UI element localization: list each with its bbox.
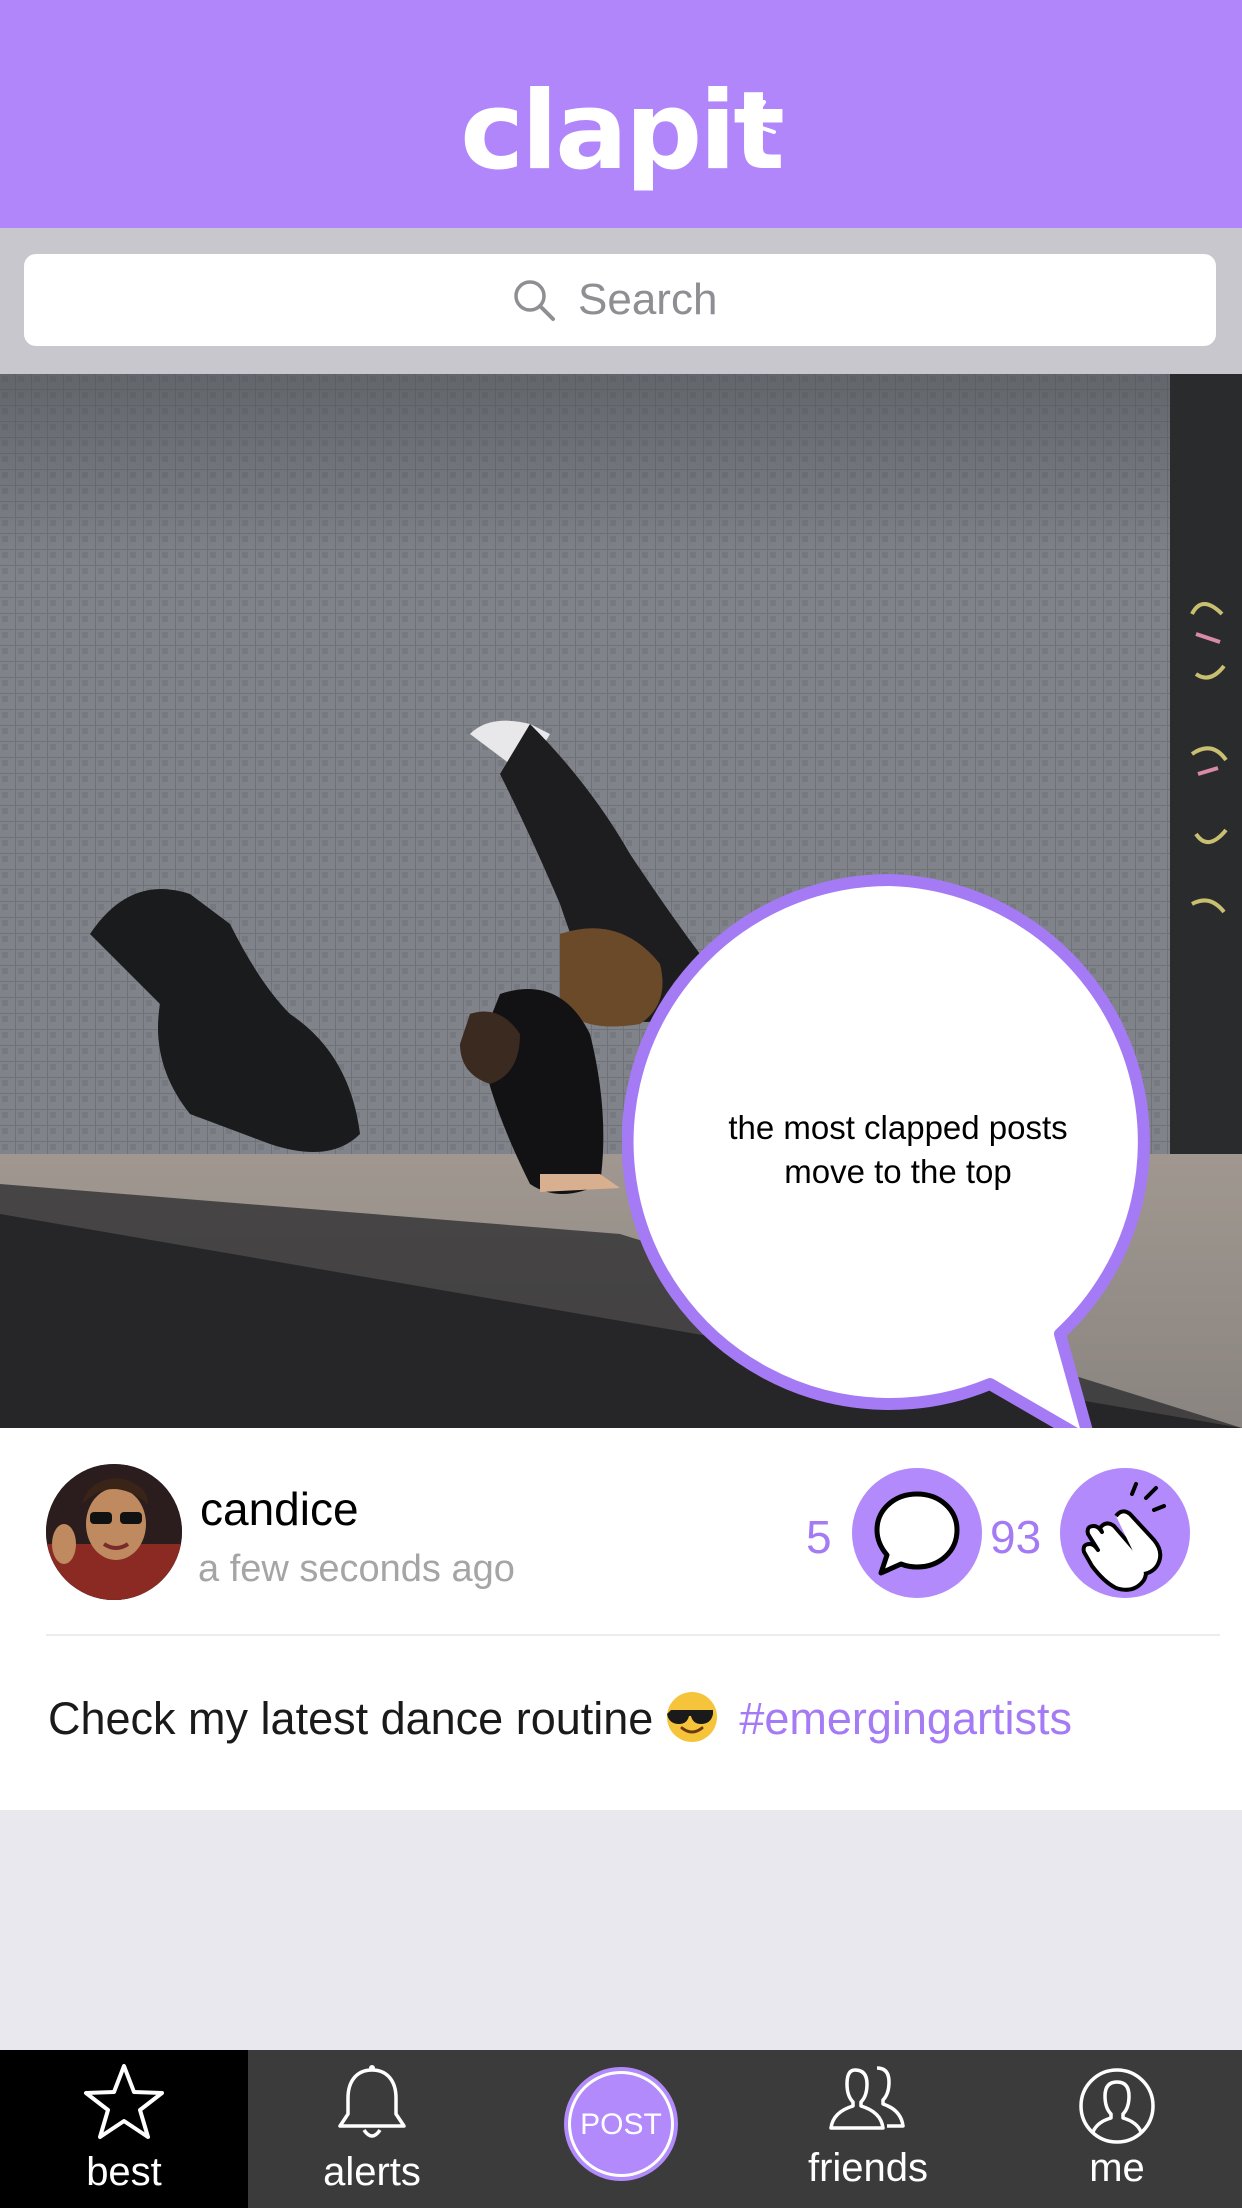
avatar-image	[46, 1464, 182, 1600]
post-timestamp: a few seconds ago	[198, 1548, 515, 1590]
tab-label-friends: friends	[807, 2146, 929, 2190]
post-card: candice a few seconds ago 5 93 Check my …	[0, 1428, 1242, 1810]
friends-icon	[829, 2066, 905, 2130]
clap-button[interactable]	[1060, 1468, 1190, 1598]
post-button-label: POST	[580, 2108, 662, 2141]
avatar[interactable]	[46, 1464, 182, 1600]
comment-button[interactable]	[852, 1468, 982, 1598]
clapping-hands-icon	[1081, 1482, 1166, 1592]
caption-text: Check my latest dance routine	[48, 1693, 654, 1744]
tooltip-text: the most clapped posts move to the top	[668, 1106, 1128, 1194]
comment-bubble-icon	[874, 1491, 960, 1576]
clap-count: 93	[990, 1511, 1042, 1563]
sparkle-icon	[754, 100, 778, 134]
bottom-tab-bar: best alerts POST friends me	[0, 2050, 1242, 2208]
profile-icon	[1079, 2068, 1155, 2144]
comment-count: 5	[806, 1511, 832, 1563]
search-bar-container	[0, 228, 1242, 374]
post-caption: Check my latest dance routine #emerginga…	[48, 1690, 1072, 1745]
tab-friends[interactable]: friends	[744, 2050, 992, 2208]
tooltip-line-2: move to the top	[784, 1153, 1012, 1190]
search-box[interactable]	[24, 254, 1216, 346]
sunglasses-emoji-icon	[667, 1692, 718, 1742]
tab-best[interactable]: best	[0, 2050, 248, 2208]
search-icon	[514, 280, 555, 321]
post-button[interactable]: POST	[560, 2063, 682, 2185]
post-username[interactable]: candice	[200, 1482, 359, 1536]
star-icon	[84, 2064, 164, 2139]
tab-label-alerts: alerts	[323, 2150, 421, 2194]
tab-me[interactable]: me	[992, 2050, 1242, 2208]
bell-icon	[338, 2065, 406, 2138]
post-hashtag[interactable]: #emergingartists	[739, 1693, 1072, 1744]
search-input[interactable]	[578, 275, 728, 325]
app-header: clapit	[0, 0, 1242, 228]
tab-label-me: me	[1089, 2146, 1145, 2190]
app-logo: clapit	[460, 69, 785, 194]
card-divider	[46, 1634, 1220, 1636]
tab-alerts[interactable]: alerts	[248, 2050, 496, 2208]
tooltip-line-1: the most clapped posts	[728, 1109, 1068, 1146]
tab-label-best: best	[86, 2150, 162, 2194]
